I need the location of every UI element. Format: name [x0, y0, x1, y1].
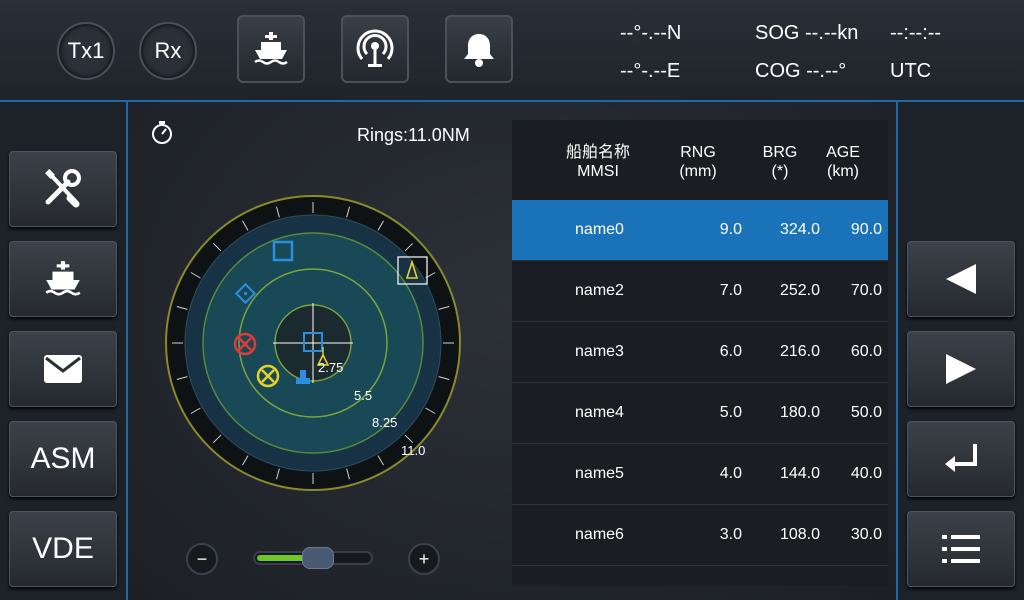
- stopwatch-icon[interactable]: [150, 120, 174, 146]
- cell-age: 50.0: [850, 404, 882, 421]
- list-icon: [942, 535, 980, 563]
- zoom-slider-handle[interactable]: [302, 547, 334, 569]
- right-arrow-icon: [946, 354, 976, 384]
- header-brg[interactable]: BRG (*): [750, 143, 810, 181]
- table-row[interactable]: name4 5.0 180.0 50.0: [512, 383, 888, 444]
- longitude: --°-.--E: [620, 60, 681, 82]
- latitude: --°-.--N: [620, 22, 682, 44]
- cell-age: 90.0: [850, 221, 882, 238]
- enter-button[interactable]: [907, 421, 1015, 497]
- table-row[interactable]: name0 9.0 324.0 90.0: [512, 200, 888, 261]
- cell-brg: 180.0: [779, 404, 820, 421]
- time-readout: --:--:--: [890, 22, 942, 44]
- radar-display[interactable]: 2.75 5.5 8.25 11.0: [160, 190, 470, 500]
- ship-button[interactable]: [237, 15, 305, 83]
- ring-label-4: 11.0: [401, 443, 425, 458]
- zoom-slider[interactable]: [253, 547, 373, 569]
- zoom-in-button[interactable]: +: [408, 543, 440, 575]
- cell-age: 60.0: [850, 343, 882, 360]
- cell-brg: 324.0: [779, 221, 820, 238]
- cell-rng: 9.0: [719, 221, 742, 238]
- ring-label-3: 8.25: [372, 415, 397, 430]
- alarm-button[interactable]: [445, 15, 513, 83]
- asm-button[interactable]: ASM: [9, 421, 117, 497]
- enter-icon: [945, 444, 977, 472]
- tx-button[interactable]: Tx1: [57, 22, 115, 80]
- cell-brg: 108.0: [779, 526, 820, 543]
- left-arrow-icon: [946, 264, 976, 294]
- mail-icon: [44, 355, 82, 383]
- cell-name: name2: [575, 282, 624, 299]
- prev-button[interactable]: [907, 241, 1015, 317]
- cell-age: 70.0: [850, 282, 882, 299]
- antenna-button[interactable]: [341, 15, 409, 83]
- sog-readout: SOG --.--kn: [755, 22, 859, 44]
- settings-button[interactable]: [9, 151, 117, 227]
- cell-age: 40.0: [850, 465, 882, 482]
- cell-name: name3: [575, 343, 624, 360]
- timezone: UTC: [890, 60, 932, 82]
- table-row[interactable]: name2 7.0 252.0 70.0: [512, 261, 888, 322]
- own-ship-button[interactable]: [9, 241, 117, 317]
- next-button[interactable]: [907, 331, 1015, 407]
- cell-name: name5: [575, 465, 624, 482]
- zoom-out-button[interactable]: −: [186, 543, 218, 575]
- table-row[interactable]: name5 4.0 144.0 40.0: [512, 444, 888, 505]
- cell-name: name0: [575, 221, 624, 238]
- cell-brg: 252.0: [779, 282, 820, 299]
- ship-icon: [254, 32, 288, 65]
- cog-readout: COG --.--°: [755, 60, 847, 82]
- header-name[interactable]: 船舶名称 MMSI: [548, 143, 648, 181]
- vde-button[interactable]: VDE: [9, 511, 117, 587]
- cell-name: name4: [575, 404, 624, 421]
- table-row[interactable]: name3 6.0 216.0 60.0: [512, 322, 888, 383]
- bell-icon: [464, 34, 494, 67]
- cell-rng: 5.0: [719, 404, 742, 421]
- cell-rng: 4.0: [719, 465, 742, 482]
- cell-brg: 144.0: [779, 465, 820, 482]
- header-rng[interactable]: RNG (mm): [666, 143, 730, 181]
- message-button[interactable]: [9, 331, 117, 407]
- rx-button[interactable]: Rx: [139, 22, 197, 80]
- ship-icon: [45, 261, 81, 296]
- ring-label-1: 2.75: [318, 360, 343, 375]
- ring-label-2: 5.5: [354, 388, 372, 403]
- cell-brg: 216.0: [779, 343, 820, 360]
- header-age[interactable]: AGE (km): [815, 143, 871, 181]
- cell-rng: 6.0: [719, 343, 742, 360]
- list-button[interactable]: [907, 511, 1015, 587]
- cell-rng: 7.0: [719, 282, 742, 299]
- cell-name: name6: [575, 526, 624, 543]
- cell-age: 30.0: [850, 526, 882, 543]
- antenna-icon: [356, 29, 394, 67]
- tools-icon: [45, 169, 81, 208]
- cell-rng: 3.0: [719, 526, 742, 543]
- rings-label: Rings:11.0NM: [357, 125, 470, 145]
- table-row[interactable]: name6 3.0 108.0 30.0: [512, 505, 888, 566]
